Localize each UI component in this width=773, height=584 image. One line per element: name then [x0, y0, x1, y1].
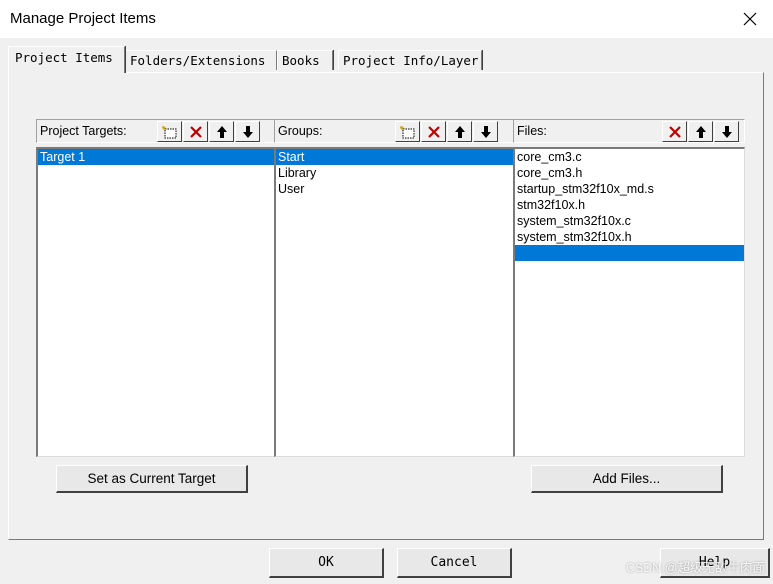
tab-project-items[interactable]: Project Items [8, 46, 125, 73]
new-item-icon [161, 125, 176, 138]
list-item[interactable]: Library [276, 165, 513, 181]
list-item[interactable]: User [276, 181, 513, 197]
arrow-down-icon [242, 125, 253, 138]
window-title: Manage Project Items [10, 10, 156, 27]
tab-label: Books [282, 53, 320, 68]
new-item-icon [399, 125, 414, 138]
list-item[interactable]: startup_stm32f10x_md.s [515, 181, 744, 197]
ok-label: OK [318, 555, 334, 570]
tab-folders-extensions[interactable]: Folders/Extensions [125, 50, 277, 70]
groups-header: Groups: [274, 119, 514, 143]
new-group-button[interactable] [395, 121, 420, 142]
new-target-button[interactable] [157, 121, 182, 142]
arrow-up-icon [454, 125, 465, 138]
list-item[interactable]: system_stm32f10x.c [515, 213, 744, 229]
delete-icon [668, 125, 681, 138]
list-item[interactable] [515, 245, 744, 261]
list-item[interactable]: stm32f10x.h [515, 197, 744, 213]
move-target-up-button[interactable] [209, 121, 234, 142]
tab-label: Project Items [15, 49, 113, 65]
groups-label: Groups: [278, 124, 323, 138]
cancel-button[interactable]: Cancel [397, 548, 512, 578]
tab-books[interactable]: Books [277, 50, 333, 70]
delete-group-button[interactable] [421, 121, 446, 142]
manage-project-items-dialog: Manage Project Items Project Items Folde… [0, 0, 773, 584]
files-header: Files: [513, 119, 745, 143]
tab-panel-project-items: Project Targets: Target 1 Set as Current… [8, 72, 764, 540]
close-button[interactable] [727, 0, 773, 38]
ok-button[interactable]: OK [269, 548, 384, 578]
targets-header: Project Targets: [36, 119, 276, 143]
close-icon [743, 12, 757, 26]
list-item[interactable]: Target 1 [38, 149, 275, 165]
list-item[interactable]: Start [276, 149, 513, 165]
arrow-down-icon [480, 125, 491, 138]
move-file-up-button[interactable] [688, 121, 713, 142]
targets-label: Project Targets: [40, 124, 127, 138]
arrow-up-icon [216, 125, 227, 138]
add-files-button[interactable]: Add Files... [531, 465, 723, 493]
help-button[interactable]: Help [660, 548, 770, 578]
targets-listbox[interactable]: Target 1 [36, 147, 276, 457]
set-current-target-label: Set as Current Target [87, 471, 216, 486]
files-label: Files: [517, 124, 547, 138]
set-current-target-button[interactable]: Set as Current Target [56, 465, 248, 493]
move-group-down-button[interactable] [473, 121, 498, 142]
cancel-label: Cancel [430, 555, 478, 570]
list-item[interactable]: core_cm3.c [515, 149, 744, 165]
move-target-down-button[interactable] [235, 121, 260, 142]
tab-label: Project Info/Layer [343, 53, 479, 68]
arrow-down-icon [721, 125, 732, 138]
delete-file-button[interactable] [662, 121, 687, 142]
arrow-up-icon [695, 125, 706, 138]
delete-icon [189, 125, 202, 138]
move-file-down-button[interactable] [714, 121, 739, 142]
list-item[interactable]: core_cm3.h [515, 165, 744, 181]
tab-project-info-layer[interactable]: Project Info/Layer [338, 50, 482, 70]
list-item[interactable]: system_stm32f10x.h [515, 229, 744, 245]
move-group-up-button[interactable] [447, 121, 472, 142]
groups-listbox[interactable]: Start Library User [274, 147, 514, 457]
files-listbox[interactable]: core_cm3.c core_cm3.h startup_stm32f10x_md… [513, 147, 745, 457]
title-bar: Manage Project Items [0, 0, 773, 38]
help-label: Help [698, 555, 731, 570]
delete-icon [427, 125, 440, 138]
add-files-label: Add Files... [592, 471, 661, 486]
tab-label: Folders/Extensions [130, 53, 266, 68]
delete-target-button[interactable] [183, 121, 208, 142]
